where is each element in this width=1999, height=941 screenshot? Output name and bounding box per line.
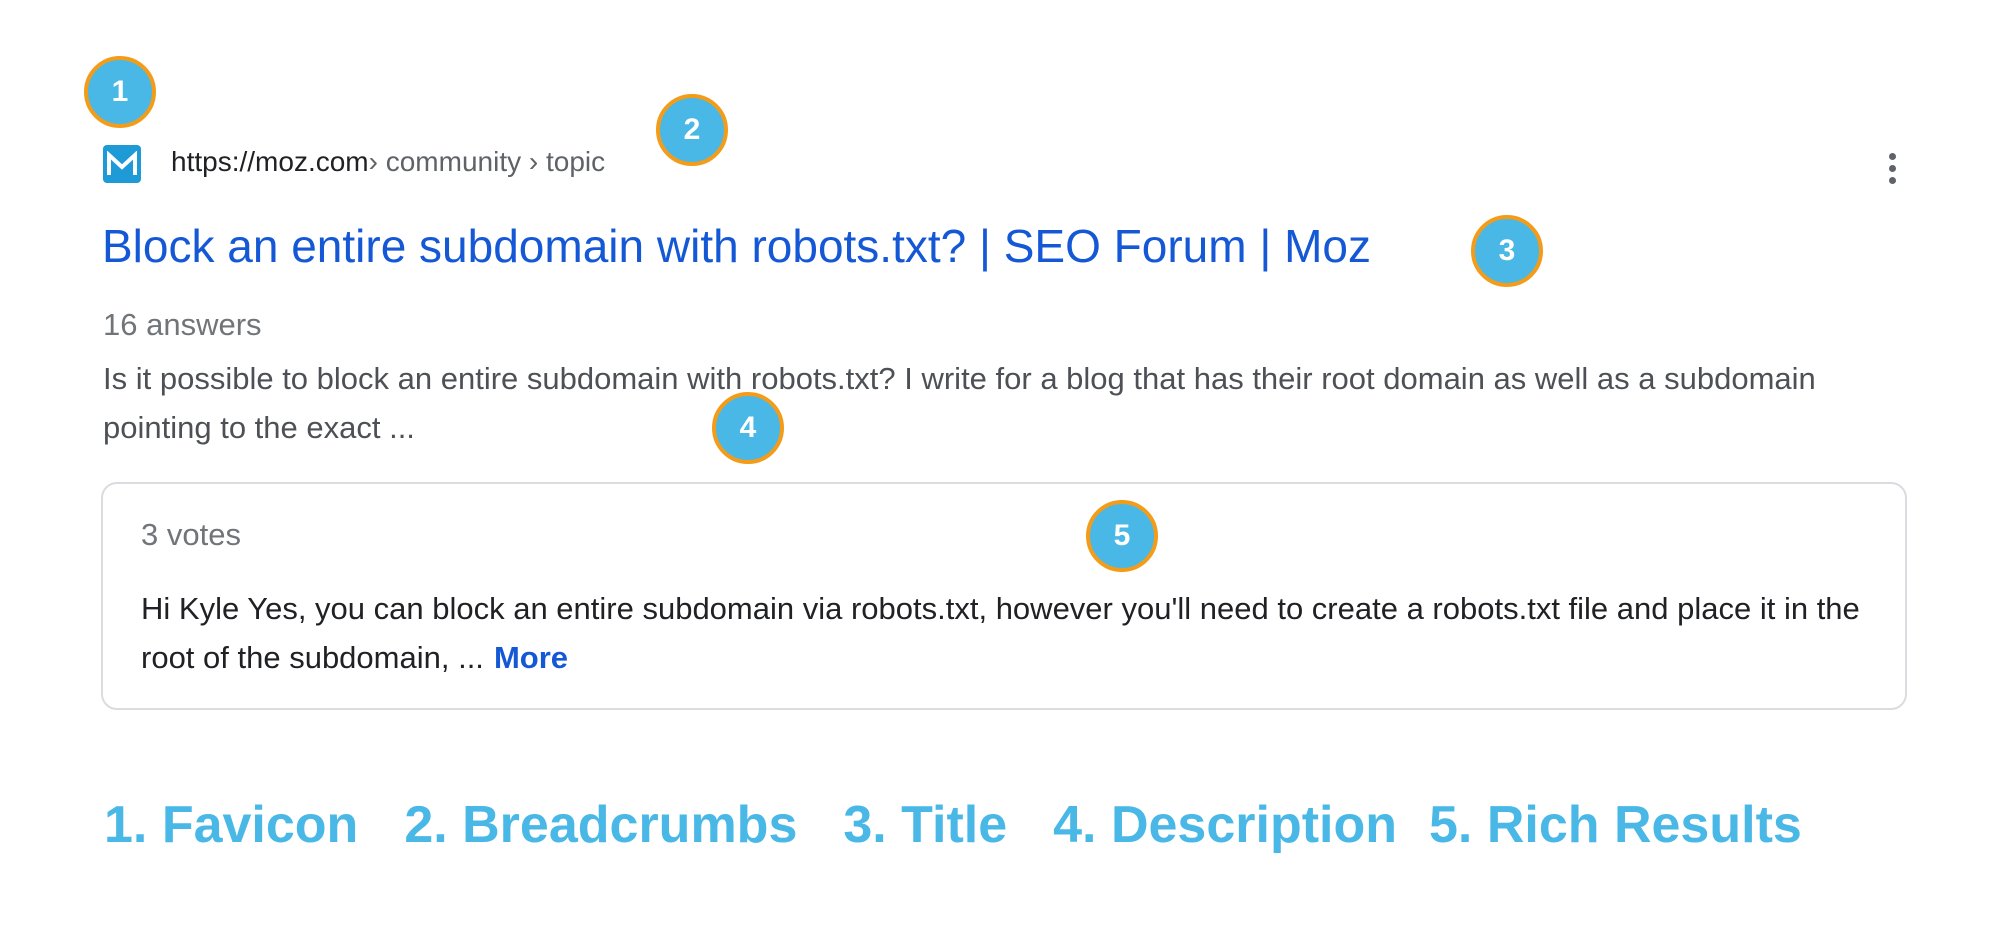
snippet-text: Hi Kyle Yes, you can block an entire sub… [141,591,1860,675]
legend-item-description: 4. Description [1053,796,1398,854]
breadcrumb-path: › community › topic [368,146,606,177]
votes-count: 3 votes [141,517,241,552]
moz-m-icon [107,151,137,175]
legend-item-breadcrumbs: 2. Breadcrumbs [404,796,798,854]
breadcrumb-domain[interactable]: https://moz.com [171,146,369,178]
marker-2: 2 [656,94,728,166]
result-description: Is it possible to block an entire subdom… [103,361,1816,445]
result-title-link[interactable]: Block an entire subdomain with robots.tx… [102,218,1371,274]
marker-5: 5 [1086,500,1158,572]
legend: 1. Favicon 2. Breadcrumbs 3. Title 4. De… [104,790,1802,860]
moz-favicon-icon [103,145,141,183]
legend-item-title: 3. Title [843,796,1008,854]
rich-result-snippet: Hi Kyle Yes, you can block an entire sub… [141,584,1881,682]
legend-item-favicon: 1. Favicon [104,796,359,854]
marker-4: 4 [712,392,784,464]
marker-3: 3 [1471,215,1543,287]
more-options-icon[interactable] [1874,150,1910,186]
more-link[interactable]: More [494,640,568,675]
breadcrumb[interactable]: https://moz.com › community › topic [171,142,605,182]
legend-item-rich-results: 5. Rich Results [1429,796,1802,854]
answers-count: 16 answers [103,307,262,342]
marker-1: 1 [84,56,156,128]
